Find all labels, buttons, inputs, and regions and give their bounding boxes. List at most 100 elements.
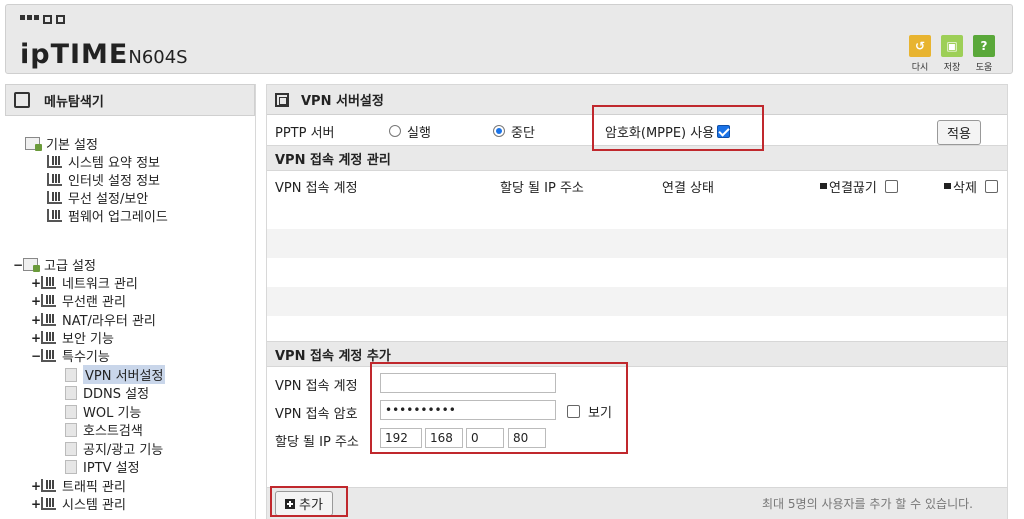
brand-logo: ipTIMEN604S [20, 39, 188, 70]
network-icon [41, 276, 56, 289]
menu-explorer-title: 메뉴탐색기 [5, 84, 255, 116]
tree-ddns[interactable]: DDNS 설정 [65, 383, 149, 402]
tree-wireless-security[interactable]: 무선 설정/보안 [47, 188, 148, 207]
refresh-label: 다시 [911, 63, 929, 73]
tree-label: 무선 설정/보안 [68, 192, 149, 207]
save-label: 저장 [943, 63, 961, 73]
tree-label: 보안 기능 [62, 332, 114, 347]
router-icon [41, 313, 56, 326]
header-actions: ↺ 다시 ▣ 저장 ? 도움 [908, 35, 996, 73]
tree-label: 네트워크 관리 [62, 277, 138, 292]
minus-icon [820, 183, 827, 189]
tree-host-search[interactable]: 호스트검색 [65, 420, 143, 439]
pptp-stop-option[interactable]: 중단 [493, 122, 535, 141]
tree-label: DDNS 설정 [83, 387, 150, 402]
help-label: 도움 [975, 63, 993, 73]
page-icon [65, 459, 77, 474]
tree-label: 무선랜 관리 [62, 295, 126, 310]
tree-basic-settings[interactable]: 기본 설정 [25, 134, 98, 153]
tree-vpn-server[interactable]: VPN 서버설정 [65, 365, 166, 384]
radio-run[interactable] [389, 125, 401, 137]
col-disconnect: 연결끊기 [820, 177, 898, 196]
account-row-empty [267, 258, 1007, 287]
tree-iptv[interactable]: IPTV 설정 [65, 457, 140, 476]
tree-firmware-upgrade[interactable]: 펌웨어 업그레이드 [47, 206, 168, 225]
account-label: VPN 접속 계정 [275, 379, 358, 394]
tree-label: WOL 기능 [83, 406, 142, 421]
folder-icon [23, 258, 40, 272]
expand-icon[interactable]: + [31, 313, 41, 327]
menu-explorer-label: 메뉴탐색기 [44, 94, 104, 110]
collapse-icon[interactable]: − [31, 349, 41, 363]
tree-label: 기본 설정 [46, 138, 98, 153]
router-admin-page: ipTIMEN604S ↺ 다시 ▣ 저장 ? 도움 메뉴탐색기 기본 설정 시… [0, 0, 1024, 519]
expand-icon[interactable]: + [31, 331, 41, 345]
add-account-title: VPN 접속 계정 추가 [275, 348, 391, 364]
tree-system-management[interactable]: + 시스템 관리 [31, 494, 126, 514]
account-row-empty [267, 287, 1007, 316]
tree-network-management[interactable]: + 네트워크 관리 [31, 273, 138, 293]
highlight-mppe [592, 105, 764, 151]
chart-icon [41, 497, 56, 510]
tree-advanced-settings[interactable]: − 고급 설정 [13, 255, 96, 275]
tree-traffic-management[interactable]: + 트래픽 관리 [31, 476, 126, 496]
col-account: VPN 접속 계정 [275, 180, 358, 196]
tree-label: 시스템 요약 정보 [68, 156, 160, 171]
tree-label: 트래픽 관리 [62, 480, 126, 495]
account-management-title: VPN 접속 계정 관리 [275, 152, 391, 168]
page-icon [65, 367, 77, 382]
tree-special-features[interactable]: − 특수기능 [31, 346, 110, 366]
window-icon [275, 92, 289, 107]
tools-icon [41, 349, 56, 362]
tree-internet-info[interactable]: 인터넷 설정 정보 [47, 170, 160, 189]
help-icon: ? [973, 35, 995, 57]
tree-notice-ad[interactable]: 공지/광고 기능 [65, 439, 163, 458]
page-title: VPN 서버설정 [301, 94, 384, 109]
brand-name: ipTIME [20, 39, 129, 70]
monitor-icon [47, 173, 62, 186]
tree-wlan-management[interactable]: + 무선랜 관리 [31, 291, 126, 311]
brand-model: N604S [128, 47, 188, 68]
pptp-run-option[interactable]: 실행 [389, 122, 431, 141]
tree-wol[interactable]: WOL 기능 [65, 402, 141, 421]
tree-system-summary[interactable]: 시스템 요약 정보 [47, 152, 160, 171]
refresh-button[interactable]: ↺ 다시 [908, 35, 932, 73]
tree-label: 인터넷 설정 정보 [68, 174, 160, 189]
tree-nat-router[interactable]: + NAT/라우터 관리 [31, 310, 156, 330]
delete-all-checkbox[interactable] [984, 179, 998, 193]
expand-icon[interactable]: + [31, 497, 41, 511]
chart-icon [47, 155, 62, 168]
expand-icon[interactable]: + [31, 276, 41, 290]
header-bar: ipTIMEN604S ↺ 다시 ▣ 저장 ? 도움 [5, 4, 1013, 74]
add-footer: 추가 최대 5명의 사용자를 추가 할 수 있습니다. [267, 487, 1007, 519]
ip-label: 할당 될 IP 주소 [275, 435, 359, 450]
radio-stop[interactable] [493, 125, 505, 137]
menu-explorer: 메뉴탐색기 기본 설정 시스템 요약 정보 인터넷 설정 정보 무선 설정/보안… [5, 84, 256, 519]
tree-label: VPN 서버설정 [83, 365, 166, 384]
account-table-header: VPN 접속 계정 할당 될 IP 주소 연결 상태 연결끊기 삭제 [267, 172, 1007, 200]
account-row-empty [267, 200, 1007, 229]
expand-icon[interactable]: + [31, 479, 41, 493]
collapse-icon[interactable]: − [13, 258, 23, 272]
account-row-empty [267, 229, 1007, 258]
tree-label: 공지/광고 기능 [83, 443, 164, 458]
col-delete: 삭제 [944, 177, 998, 196]
save-button[interactable]: ▣ 저장 [940, 35, 964, 73]
highlight-add-button [270, 486, 348, 517]
tree-label: NAT/라우터 관리 [62, 314, 156, 329]
help-button[interactable]: ? 도움 [972, 35, 996, 73]
minus-icon [944, 183, 951, 189]
password-label: VPN 접속 암호 [275, 407, 358, 422]
lock-icon [41, 331, 56, 344]
col-ip: 할당 될 IP 주소 [500, 180, 584, 196]
tree-security[interactable]: + 보안 기능 [31, 328, 114, 348]
page-icon [65, 441, 77, 456]
upgrade-icon [47, 209, 62, 222]
disconnect-all-checkbox[interactable] [884, 179, 898, 193]
tree-label: 시스템 관리 [62, 498, 126, 513]
expand-icon[interactable]: + [31, 294, 41, 308]
apply-button[interactable]: 적용 [937, 120, 981, 145]
traffic-icon [41, 479, 56, 492]
search-icon [14, 92, 30, 108]
pptp-label: PPTP 서버 [275, 125, 335, 141]
